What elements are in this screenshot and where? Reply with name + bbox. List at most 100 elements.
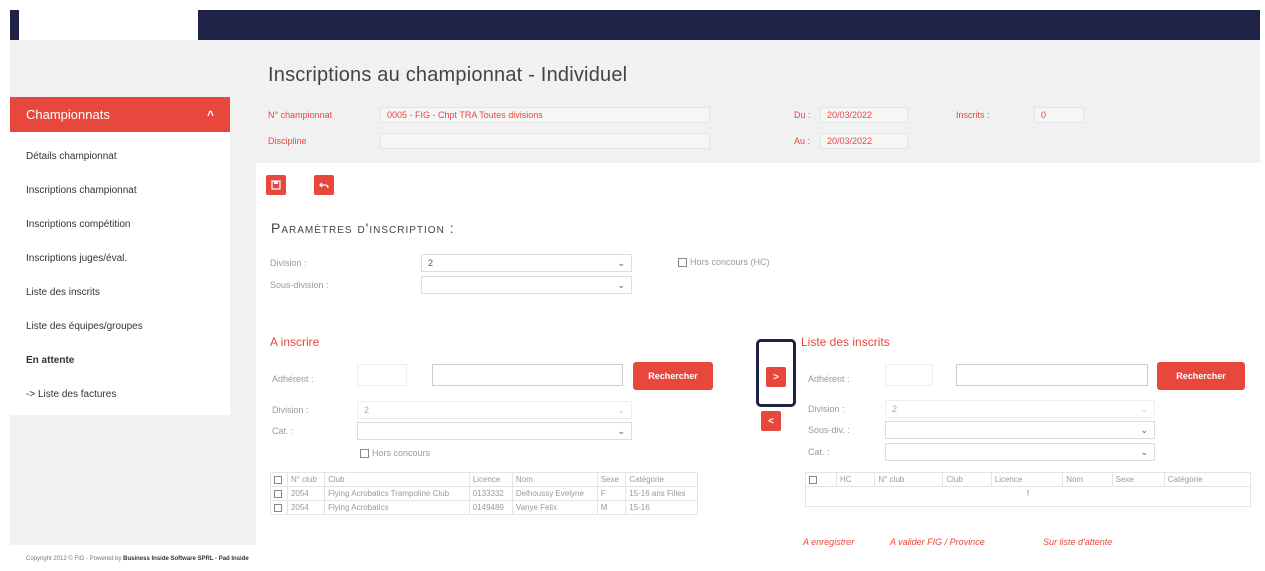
left-division-select[interactable]: 2 ⌄	[357, 401, 632, 419]
right-subdiv-label: Sous-div. :	[808, 425, 850, 435]
table-cell-categorie: 15-16 ans Filles	[625, 486, 698, 501]
right-adherent-number-input[interactable]	[885, 364, 933, 386]
link-to-save[interactable]: A enregistrer	[803, 537, 854, 547]
save-button[interactable]	[266, 175, 286, 195]
column-header: Club	[324, 472, 470, 487]
column-header: Nom	[511, 472, 598, 487]
subdivision-select[interactable]: ⌄	[421, 276, 632, 294]
to-register-table: N° club Club Licence Nom Sexe Catégorie 2054 F…	[270, 472, 698, 515]
table-cell-nom: Vanye Felix	[511, 500, 598, 515]
left-division-label: Division :	[272, 405, 309, 415]
division-label: Division :	[270, 258, 307, 268]
table-cell-sexe: F	[596, 486, 627, 501]
column-header: Nom	[1062, 472, 1113, 487]
footer: Copyright 2012 © FIG - Powered by Busine…	[26, 556, 249, 562]
to-register-title: A inscrire	[270, 335, 320, 349]
row-checkbox-cell[interactable]	[270, 500, 288, 515]
chevron-down-icon: ⌄	[617, 280, 625, 290]
chevron-down-icon: ⌄	[1140, 425, 1148, 435]
left-cat-select[interactable]: ⌄	[357, 422, 632, 440]
right-division-label: Division :	[808, 404, 845, 414]
remove-from-list-button[interactable]: <	[761, 411, 781, 431]
select-all-checkbox-cell[interactable]	[805, 472, 837, 487]
right-cat-select[interactable]: ⌄	[885, 443, 1155, 461]
du-label: Du :	[794, 110, 811, 120]
select-all-checkbox-cell[interactable]	[270, 472, 288, 487]
table-cell-club-no: 2054	[286, 486, 326, 501]
sidebar: Championnats ^ Détails championnat Inscri…	[10, 97, 230, 415]
chevron-down-icon: ⌄	[617, 405, 625, 415]
table-row[interactable]: 2054 Flying Acrobatics 0149489 Vanye Felix M…	[270, 500, 698, 515]
table-cell-licence: 0149489	[468, 500, 513, 515]
right-adherent-search-input[interactable]	[956, 364, 1148, 386]
sidebar-item[interactable]: Inscriptions championnat	[26, 174, 230, 208]
column-header: Catégorie	[625, 472, 698, 487]
sidebar-item[interactable]: Inscriptions compétition	[26, 208, 230, 242]
link-to-validate[interactable]: A valider FIG / Province	[890, 537, 985, 547]
table-cell-categorie: 15-16	[625, 500, 698, 515]
column-header: Licence	[990, 472, 1064, 487]
subdivision-label: Sous-division :	[270, 280, 329, 290]
table-row[interactable]: 2054 Flying Acrobatics Trampoline Club 013…	[270, 486, 698, 501]
add-to-list-button[interactable]: >	[766, 367, 786, 387]
left-adherent-search-input[interactable]	[432, 364, 623, 386]
row-checkbox[interactable]	[274, 489, 282, 498]
inscrits-label: Inscrits :	[956, 110, 990, 120]
right-division-select[interactable]: 2 ⌄	[885, 400, 1155, 418]
row-checkbox[interactable]	[274, 503, 282, 512]
left-adherent-number-input[interactable]	[357, 364, 407, 386]
hors-concours-checkbox[interactable]: Hors concours	[360, 448, 430, 458]
left-cat-label: Cat. :	[272, 426, 294, 436]
column-header: N° club	[874, 472, 944, 487]
right-search-button[interactable]: Rechercher	[1157, 362, 1245, 390]
top-bar-tab[interactable]	[16, 10, 198, 40]
sidebar-item[interactable]: Inscriptions juges/éval.	[26, 242, 230, 276]
sidebar-item[interactable]: -> Liste des factures	[26, 378, 230, 412]
right-cat-label: Cat. :	[808, 447, 830, 457]
hors-concours-label: Hors concours	[372, 448, 431, 458]
footer-brand[interactable]: Business Inside Software SPRL - Pad Insi…	[123, 556, 249, 562]
select-all-checkbox[interactable]	[809, 475, 817, 484]
right-division-value: 2	[892, 404, 898, 414]
right-subdiv-select[interactable]: ⌄	[885, 421, 1155, 439]
left-division-value: 2	[364, 405, 370, 415]
undo-icon	[319, 182, 329, 189]
division-select-value: 2	[428, 258, 434, 268]
sidebar-item[interactable]: Liste des équipes/groupes	[26, 310, 230, 344]
select-all-checkbox[interactable]	[274, 475, 282, 484]
sidebar-header[interactable]: Championnats ^	[10, 97, 230, 132]
division-select[interactable]: 2 ⌄	[421, 254, 632, 272]
checkbox-box[interactable]	[678, 257, 687, 267]
column-header: Licence	[468, 472, 513, 487]
chevron-up-icon[interactable]: ^	[207, 108, 214, 122]
left-adherent-label: Adhérent :	[272, 374, 314, 384]
save-icon	[271, 180, 281, 190]
du-value: 20/03/2022	[820, 107, 908, 123]
hors-concours-hc-label: Hors concours (HC)	[690, 257, 770, 267]
table-cell-licence: 0133332	[468, 486, 513, 501]
checkbox-box[interactable]	[360, 448, 369, 458]
column-header: Catégorie	[1163, 472, 1252, 487]
left-search-button[interactable]: Rechercher	[633, 362, 713, 390]
sidebar-item[interactable]: Détails championnat	[26, 140, 230, 174]
link-waiting-list[interactable]: Sur liste d'attente	[1043, 537, 1112, 547]
championship-number-value: 0005 - FIG - Chpt TRA Toutes divisions	[380, 107, 710, 123]
footer-prefix: Copyright 2012 © FIG - Powered by	[26, 556, 122, 562]
column-header: N° club	[286, 472, 326, 487]
table-cell-club: Flying Acrobatics	[324, 500, 470, 515]
row-checkbox-cell[interactable]	[270, 486, 288, 501]
chevron-down-icon: ⌄	[617, 258, 625, 268]
column-header: Sexe	[596, 472, 627, 487]
column-header: Sexe	[1111, 472, 1165, 487]
undo-button[interactable]	[314, 175, 334, 195]
table-row: !	[805, 486, 1251, 507]
championship-number-label: N° championnat	[268, 110, 333, 120]
au-label: Au :	[794, 136, 811, 146]
table-cell-club: Flying Acrobatics Trampoline Club	[324, 486, 470, 501]
chevron-down-icon: ⌄	[1140, 447, 1148, 457]
hors-concours-hc-checkbox[interactable]: Hors concours (HC)	[678, 257, 770, 267]
sidebar-item[interactable]: En attente	[26, 344, 230, 378]
sidebar-item[interactable]: Liste des inscrits	[26, 276, 230, 310]
page-title: Inscriptions au championnat - Individuel	[268, 64, 628, 86]
table-header-row: HC N° club Club Licence Nom Sexe Catégorie	[805, 472, 1252, 487]
